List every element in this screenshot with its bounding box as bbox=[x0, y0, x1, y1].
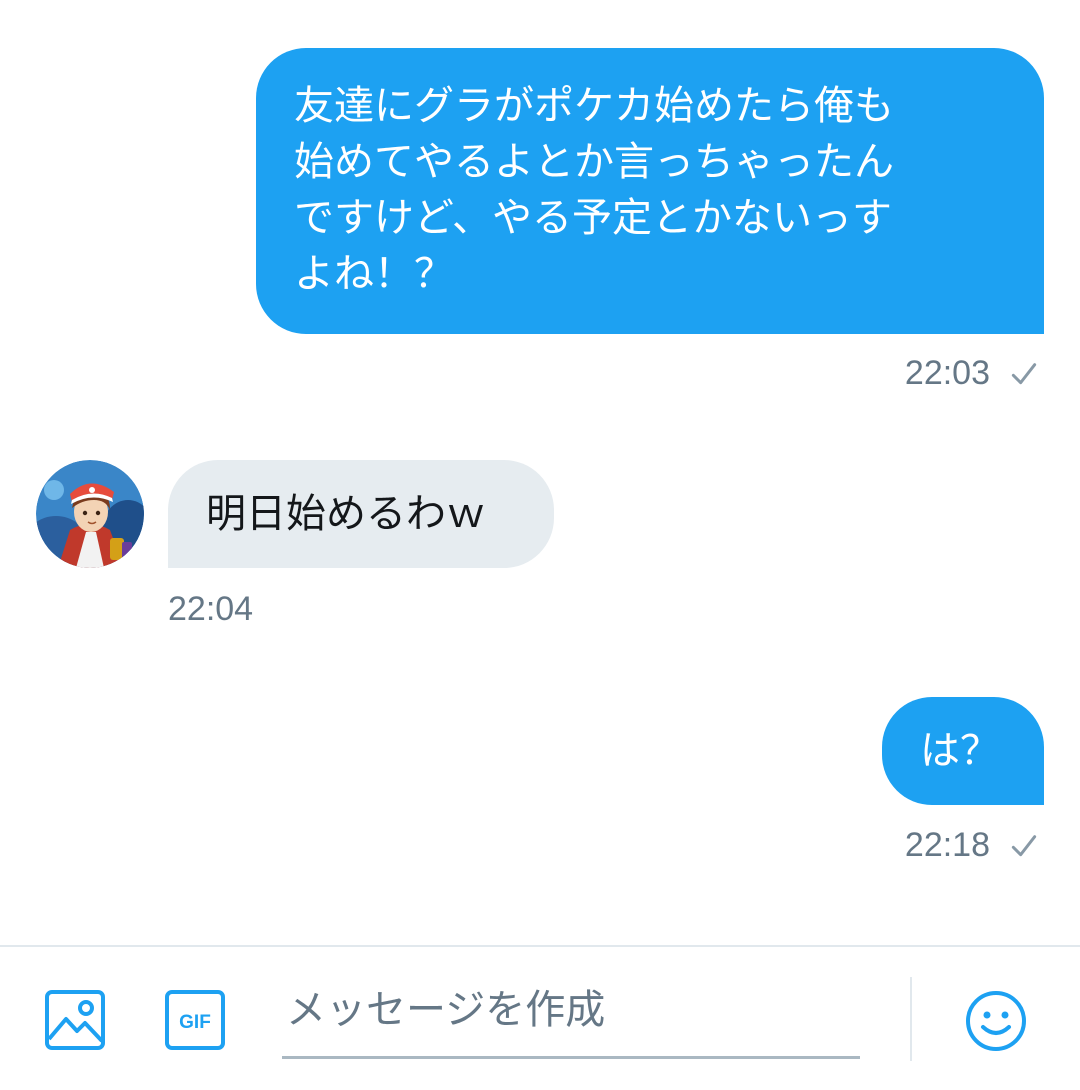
sent-message-bubble[interactable]: 友達にグラがポケカ始めたら俺も 始めてやるよとか言っちゃったん ですけど、やる予… bbox=[256, 48, 1044, 334]
gif-label: GIF bbox=[179, 1012, 211, 1033]
message-meta: 22:18 bbox=[905, 826, 1040, 865]
image-icon bbox=[45, 990, 105, 1050]
message-text: 明日始めるわｗ bbox=[206, 491, 486, 537]
add-gif-button[interactable]: GIF bbox=[164, 989, 226, 1051]
message-meta: 22:03 bbox=[905, 354, 1040, 393]
avatar-image bbox=[36, 460, 144, 568]
emoji-icon bbox=[966, 991, 1026, 1051]
message-timestamp: 22:04 bbox=[168, 590, 254, 628]
check-icon bbox=[1011, 362, 1037, 384]
conversation-thread: 友達にグラがポケカ始めたら俺も 始めてやるよとか言っちゃったん ですけど、やる予… bbox=[0, 0, 1080, 945]
check-icon bbox=[1011, 834, 1037, 856]
avatar[interactable] bbox=[36, 460, 144, 568]
received-message-bubble[interactable]: 明日始めるわｗ bbox=[168, 460, 554, 568]
message-timestamp: 22:03 bbox=[904, 354, 990, 392]
message-input[interactable] bbox=[282, 977, 860, 1059]
sent-message-bubble[interactable]: は？ bbox=[882, 697, 1044, 805]
message-text: 友達にグラがポケカ始めたら俺も 始めてやるよとか言っちゃったん ですけど、やる予… bbox=[294, 83, 894, 297]
message-composer: GIF bbox=[0, 945, 1080, 1090]
emoji-button[interactable] bbox=[964, 989, 1028, 1053]
message-text: は？ bbox=[920, 728, 1000, 774]
message-timestamp: 22:18 bbox=[904, 826, 990, 864]
add-image-button[interactable] bbox=[44, 989, 106, 1051]
message-meta: 22:04 bbox=[168, 590, 253, 629]
gif-icon: GIF bbox=[165, 990, 225, 1050]
composer-divider bbox=[910, 977, 912, 1061]
